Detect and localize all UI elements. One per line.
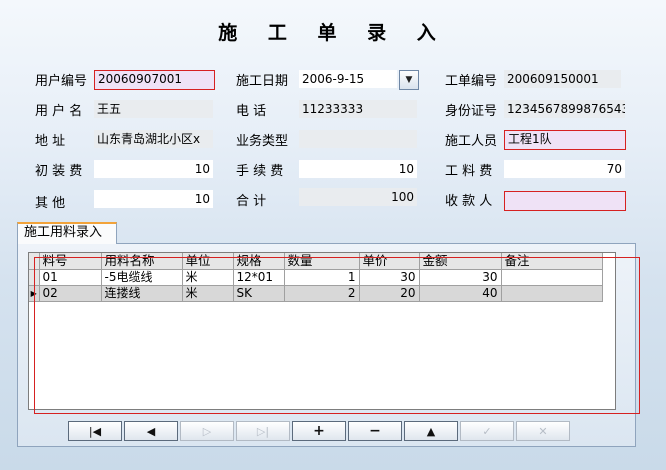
check-icon: ✓ <box>482 424 492 438</box>
last-record-icon: ▷| <box>256 424 270 438</box>
id-field: 12345678998765432 <box>504 100 625 118</box>
nav-last-button[interactable]: ▷| <box>236 421 290 441</box>
total-label: 合 计 <box>236 194 267 209</box>
order-no-label: 工单编号 <box>445 74 498 89</box>
nav-prev-button[interactable]: ◀ <box>124 421 178 441</box>
install-fee-label: 初 装 费 <box>35 164 83 179</box>
labor-fee-field[interactable]: 70 <box>504 160 625 178</box>
date-label: 施工日期 <box>236 74 289 89</box>
nav-first-button[interactable]: |◀ <box>68 421 122 441</box>
payee-field[interactable] <box>504 191 626 211</box>
next-record-icon: ▷ <box>202 424 212 438</box>
install-fee-field[interactable]: 10 <box>94 160 213 178</box>
worker-label: 施工人员 <box>445 134 498 149</box>
grid-highlight-box <box>34 257 640 414</box>
payee-label: 收 款 人 <box>445 194 493 209</box>
nav-edit-button[interactable]: ▲ <box>404 421 458 441</box>
prev-record-icon: ◀ <box>146 424 156 438</box>
nav-next-button[interactable]: ▷ <box>180 421 234 441</box>
minus-icon: − <box>369 423 381 439</box>
nav-delete-button[interactable]: − <box>348 421 402 441</box>
tab-material-entry[interactable]: 施工用料录入 <box>17 222 117 244</box>
phone-field: 11233333 <box>299 100 417 118</box>
address-label: 地 址 <box>35 134 66 149</box>
user-name-label: 用 户 名 <box>35 104 83 119</box>
biz-type-label: 业务类型 <box>236 134 289 149</box>
nav-add-button[interactable]: + <box>292 421 346 441</box>
labor-fee-label: 工 料 费 <box>445 164 493 179</box>
date-field[interactable]: 2006-9-15 <box>299 70 397 88</box>
biz-type-field <box>299 130 417 148</box>
id-label: 身份证号 <box>445 104 498 119</box>
up-triangle-icon: ▲ <box>426 424 436 438</box>
date-dropdown-button[interactable]: ▼ <box>399 70 419 90</box>
address-field: 山东青岛湖北小区x <box>94 130 213 148</box>
order-no-field: 200609150001 <box>504 70 621 88</box>
page-title: 施 工 单 录 入 <box>218 22 448 44</box>
total-field: 100 <box>299 188 417 206</box>
user-no-field[interactable]: 20060907001 <box>94 70 215 90</box>
first-record-icon: |◀ <box>88 424 102 438</box>
handling-fee-field[interactable]: 10 <box>299 160 417 178</box>
user-name-field: 王五 <box>94 100 213 118</box>
chevron-down-icon: ▼ <box>405 75 413 85</box>
other-field[interactable]: 10 <box>94 190 213 208</box>
phone-label: 电 话 <box>236 104 267 119</box>
nav-cancel-button[interactable]: ✕ <box>516 421 570 441</box>
nav-post-button[interactable]: ✓ <box>460 421 514 441</box>
plus-icon: + <box>313 423 325 439</box>
worker-field[interactable]: 工程1队 <box>504 130 626 150</box>
user-no-label: 用户编号 <box>35 74 88 89</box>
other-label: 其 他 <box>35 196 66 211</box>
cancel-icon: ✕ <box>538 424 548 438</box>
handling-fee-label: 手 续 费 <box>236 164 284 179</box>
